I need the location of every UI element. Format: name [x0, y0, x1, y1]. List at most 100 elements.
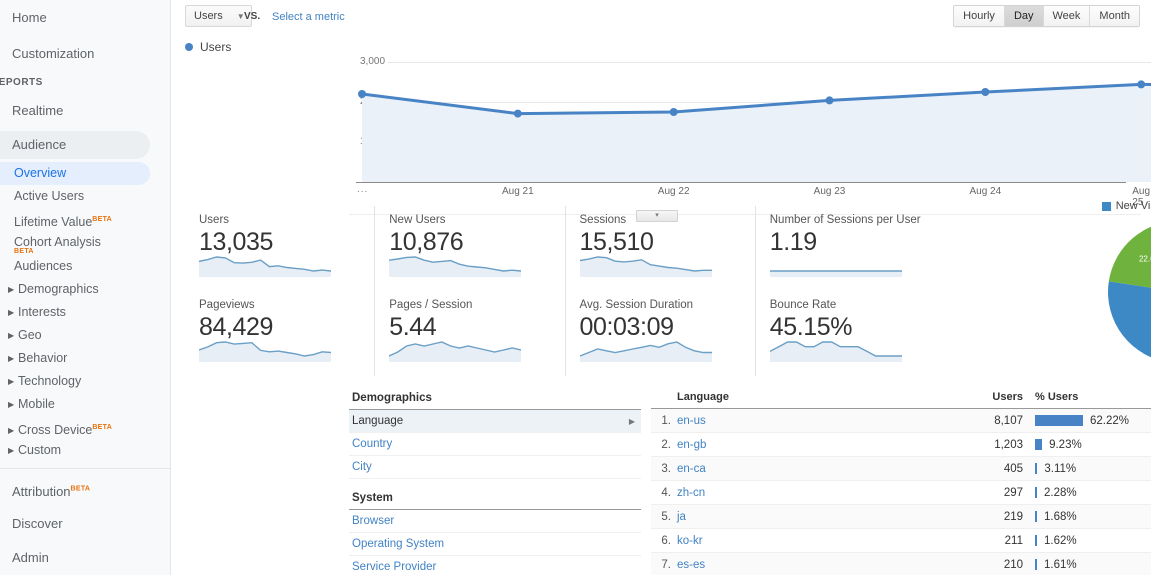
dimension-selector-panel: Demographics Language ▶ Country City System Br… [349, 388, 641, 575]
metric-card-avg-session-duration[interactable]: Avg. Session Duration 00:03:09 [564, 291, 755, 376]
dimension-item-language[interactable]: Language ▶ [349, 410, 641, 433]
table-row[interactable]: 4. zh-cn 297 2.28% [651, 481, 1151, 505]
granularity-month-button[interactable]: Month [1090, 6, 1139, 26]
pie-graphic: 77.4%22.6% [1071, 212, 1151, 375]
row-pct-value: 1.68% [1044, 510, 1077, 523]
row-language-link[interactable]: ko-kr [677, 535, 969, 547]
sidebar-item-customization[interactable]: Customization [0, 36, 170, 72]
sidebar-item-label: Admin [12, 550, 49, 565]
select-a-metric-link[interactable]: Select a metric [272, 11, 345, 23]
sidebar-item-mobile[interactable]: ▶ Mobile [0, 393, 170, 416]
row-pct-bar [1035, 559, 1037, 570]
chevron-right-icon: ▶ [628, 417, 635, 426]
metric-card-sessions[interactable]: Sessions 15,510 [564, 206, 755, 291]
sidebar-item-audience[interactable]: Audience [0, 128, 170, 162]
series-color-dot [185, 43, 193, 51]
sidebar-item-label: ▶ Mobile [8, 397, 55, 411]
metric-card-bounce-rate[interactable]: Bounce Rate 45.15% [754, 291, 945, 376]
sidebar-item-cohort-analysis[interactable]: Cohort Analysis [0, 231, 170, 254]
metric-card-users[interactable]: Users 13,035 [185, 206, 374, 291]
row-language-link[interactable]: en-ca [677, 463, 969, 475]
metric-value: 10,876 [389, 228, 464, 256]
table-row[interactable]: 1. en-us 8,107 62.22% [651, 409, 1151, 433]
dimension-group-heading: Demographics [349, 388, 641, 410]
metric-card-new-users[interactable]: New Users 10,876 [374, 206, 564, 291]
dimension-item-operating-system[interactable]: Operating System [349, 533, 641, 556]
row-pct-cell: 62.22% [1031, 415, 1151, 427]
sidebar-item-label: AttributionBETA [12, 484, 91, 500]
metric-select-dropdown[interactable]: Users ▼ [185, 5, 252, 27]
sidebar-item-attribution[interactable]: AttributionBETA [0, 473, 170, 507]
users-timeline-chart: Users 1,0002,0003,000 ... Aug 21 Aug 22 Au… [171, 38, 1151, 222]
table-row[interactable]: 3. en-ca 405 3.11% [651, 457, 1151, 481]
granularity-hourly-button[interactable]: Hourly [954, 6, 1005, 26]
chevron-right-icon: ▶ [8, 285, 15, 294]
metric-label: Number of Sessions per User [769, 214, 921, 226]
sidebar-item-custom[interactable]: ▶ Custom [0, 439, 170, 462]
dimension-item-country[interactable]: Country [349, 433, 641, 456]
chart-x-axis [356, 182, 1126, 183]
sidebar-item-overview[interactable]: Overview [0, 162, 170, 185]
row-language-link[interactable]: ja [677, 511, 969, 523]
dimension-item-service-provider[interactable]: Service Provider [349, 556, 641, 575]
metric-sparkline [769, 270, 902, 277]
chart-x-tick-label: Aug 24 [969, 186, 1002, 197]
metric-card-row: Users 13,035 New Users 10,876 Sessions 15,510… [185, 206, 945, 291]
sidebar-audience-children: Overview Active Users Lifetime ValueBETA Co… [0, 162, 170, 462]
sidebar-item-label: ▶ Technology [8, 374, 81, 388]
sidebar-item-label: Audiences [14, 259, 73, 273]
metric-card-row: Pageviews 84,429 Pages / Session 5.44 Avg. S… [185, 291, 945, 376]
dimension-item-city[interactable]: City [349, 456, 641, 479]
chart-x-tick-label: Aug 21 [501, 186, 534, 197]
sidebar-item-geo[interactable]: ▶ Geo [0, 324, 170, 347]
table-row[interactable]: 5. ja 219 1.68% [651, 505, 1151, 529]
row-language-link[interactable]: es-es [677, 559, 969, 571]
granularity-day-button[interactable]: Day [1004, 6, 1044, 26]
metric-card-pages-session[interactable]: Pages / Session 5.44 [374, 291, 564, 376]
row-index: 6. [661, 534, 671, 547]
pie-legend-swatch [1101, 201, 1111, 211]
table-row[interactable]: 6. ko-kr 211 1.62% [651, 529, 1151, 553]
sidebar-item-admin[interactable]: Admin [0, 541, 170, 575]
metric-card-pageviews[interactable]: Pageviews 84,429 [185, 291, 374, 376]
table-row[interactable]: 7. es-es 210 1.61% [651, 553, 1151, 575]
chevron-right-icon: ▶ [8, 331, 15, 340]
pie-legend-item[interactable]: New Visitor [1101, 200, 1151, 212]
dimension-item-browser[interactable]: Browser [349, 510, 641, 533]
row-pct-cell: 2.28% [1031, 487, 1151, 499]
sidebar-item-realtime[interactable]: Realtime [0, 94, 170, 128]
row-pct-bar [1035, 415, 1083, 426]
row-language-link[interactable]: en-gb [677, 439, 969, 451]
dimension-item-label: Country [352, 438, 393, 450]
row-language-link[interactable]: en-us [677, 415, 969, 427]
row-language-link[interactable]: zh-cn [677, 487, 969, 499]
row-pct-value: 2.28% [1044, 486, 1077, 499]
metric-value: 00:03:09 [579, 313, 675, 341]
row-pct-bar [1035, 463, 1038, 474]
row-pct-cell: 1.68% [1031, 511, 1151, 523]
sidebar-item-audiences[interactable]: Audiences [0, 255, 170, 278]
sidebar-item-cross-device[interactable]: ▶ Cross DeviceBETA [0, 416, 170, 439]
sidebar-item-active-users[interactable]: Active Users [0, 185, 170, 208]
sidebar-item-lifetime-value[interactable]: Lifetime ValueBETA [0, 208, 170, 231]
sidebar-item-home[interactable]: Home [0, 0, 170, 36]
sidebar-item-label: Audience [12, 137, 67, 152]
row-users-value: 1,203 [994, 438, 1023, 451]
metric-card-number-of-sessions-per-user[interactable]: Number of Sessions per User 1.19 [754, 206, 945, 291]
table-row[interactable]: 2. en-gb 1,203 9.23% [651, 433, 1151, 457]
analytics-audience-overview-page: Home Customization REPORTS Realtime Audie… [0, 0, 1151, 575]
row-pct-cell: 1.62% [1031, 535, 1151, 547]
sidebar-item-technology[interactable]: ▶ Technology [0, 370, 170, 393]
sidebar-item-discover[interactable]: Discover [0, 507, 170, 541]
table-body: 1. en-us 8,107 62.22% 2. en-gb 1,203 9.23% 3. en-… [651, 409, 1151, 575]
table-header-users: Users [992, 391, 1023, 403]
chevron-right-icon: ▶ [8, 446, 15, 455]
sidebar-item-interests[interactable]: ▶ Interests [0, 301, 170, 324]
sidebar-item-demographics[interactable]: ▶ Demographics [0, 278, 170, 301]
metric-label: Pageviews [199, 299, 255, 311]
table-header-pct-users: % Users [1035, 391, 1079, 403]
granularity-week-button[interactable]: Week [1043, 6, 1091, 26]
sidebar-item-behavior[interactable]: ▶ Behavior [0, 347, 170, 370]
row-pct-bar [1035, 511, 1037, 522]
metric-value: 15,510 [579, 228, 654, 256]
